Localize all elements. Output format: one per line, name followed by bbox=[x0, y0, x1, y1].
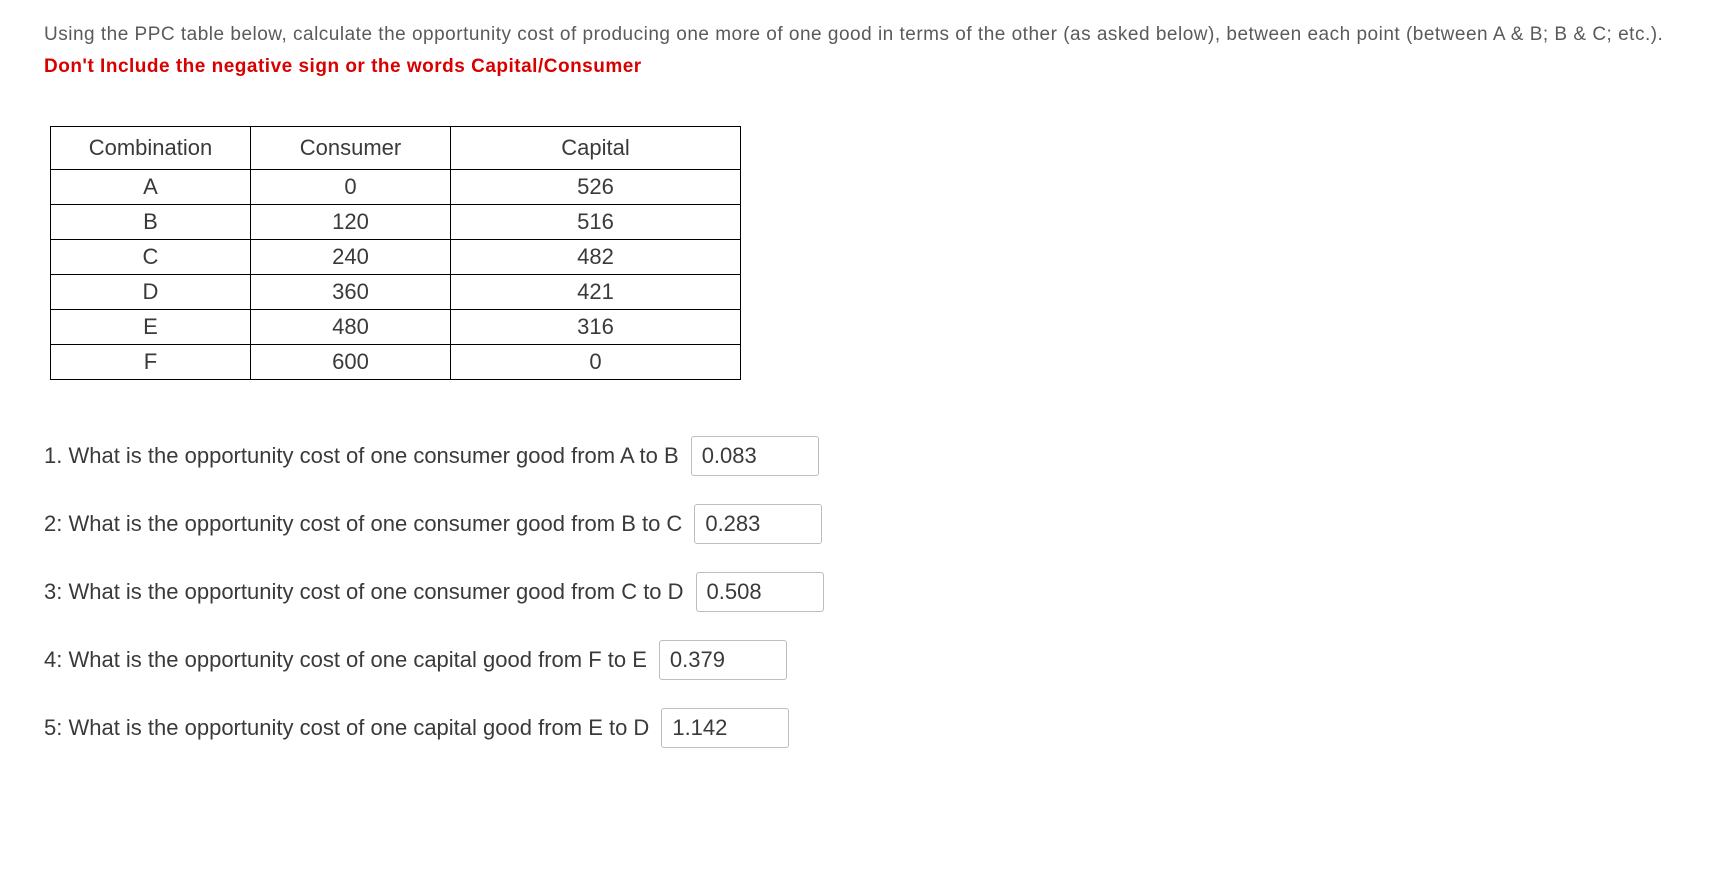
question-4: 4: What is the opportunity cost of one c… bbox=[44, 640, 1680, 680]
table-row: C 240 482 bbox=[51, 240, 741, 275]
cell-consumer: 240 bbox=[251, 240, 451, 275]
cell-consumer: 600 bbox=[251, 345, 451, 380]
header-combination: Combination bbox=[51, 127, 251, 170]
table-header-row: Combination Consumer Capital bbox=[51, 127, 741, 170]
cell-combination: A bbox=[51, 170, 251, 205]
instructions-text: Using the PPC table below, calculate the… bbox=[44, 20, 1680, 50]
cell-consumer: 360 bbox=[251, 275, 451, 310]
question-2-label: 2: What is the opportunity cost of one c… bbox=[44, 511, 682, 537]
question-1: 1. What is the opportunity cost of one c… bbox=[44, 436, 1680, 476]
question-2: 2: What is the opportunity cost of one c… bbox=[44, 504, 1680, 544]
question-4-input[interactable] bbox=[659, 640, 787, 680]
cell-consumer: 120 bbox=[251, 205, 451, 240]
question-5-input[interactable] bbox=[661, 708, 789, 748]
table-row: E 480 316 bbox=[51, 310, 741, 345]
cell-combination: B bbox=[51, 205, 251, 240]
cell-capital: 0 bbox=[451, 345, 741, 380]
question-3: 3: What is the opportunity cost of one c… bbox=[44, 572, 1680, 612]
question-1-label: 1. What is the opportunity cost of one c… bbox=[44, 443, 679, 469]
questions-list: 1. What is the opportunity cost of one c… bbox=[44, 436, 1680, 748]
cell-combination: D bbox=[51, 275, 251, 310]
cell-capital: 316 bbox=[451, 310, 741, 345]
cell-capital: 421 bbox=[451, 275, 741, 310]
header-consumer: Consumer bbox=[251, 127, 451, 170]
question-3-input[interactable] bbox=[696, 572, 824, 612]
question-5: 5: What is the opportunity cost of one c… bbox=[44, 708, 1680, 748]
question-3-label: 3: What is the opportunity cost of one c… bbox=[44, 579, 684, 605]
question-5-label: 5: What is the opportunity cost of one c… bbox=[44, 715, 649, 741]
cell-capital: 526 bbox=[451, 170, 741, 205]
cell-consumer: 0 bbox=[251, 170, 451, 205]
warning-text: Don't Include the negative sign or the w… bbox=[44, 56, 1680, 78]
cell-combination: F bbox=[51, 345, 251, 380]
cell-capital: 516 bbox=[451, 205, 741, 240]
table-row: A 0 526 bbox=[51, 170, 741, 205]
cell-combination: C bbox=[51, 240, 251, 275]
question-4-label: 4: What is the opportunity cost of one c… bbox=[44, 647, 647, 673]
cell-consumer: 480 bbox=[251, 310, 451, 345]
table-row: F 600 0 bbox=[51, 345, 741, 380]
question-1-input[interactable] bbox=[691, 436, 819, 476]
cell-combination: E bbox=[51, 310, 251, 345]
header-capital: Capital bbox=[451, 127, 741, 170]
table-row: B 120 516 bbox=[51, 205, 741, 240]
table-row: D 360 421 bbox=[51, 275, 741, 310]
ppc-table: Combination Consumer Capital A 0 526 B 1… bbox=[50, 126, 741, 380]
cell-capital: 482 bbox=[451, 240, 741, 275]
question-2-input[interactable] bbox=[694, 504, 822, 544]
